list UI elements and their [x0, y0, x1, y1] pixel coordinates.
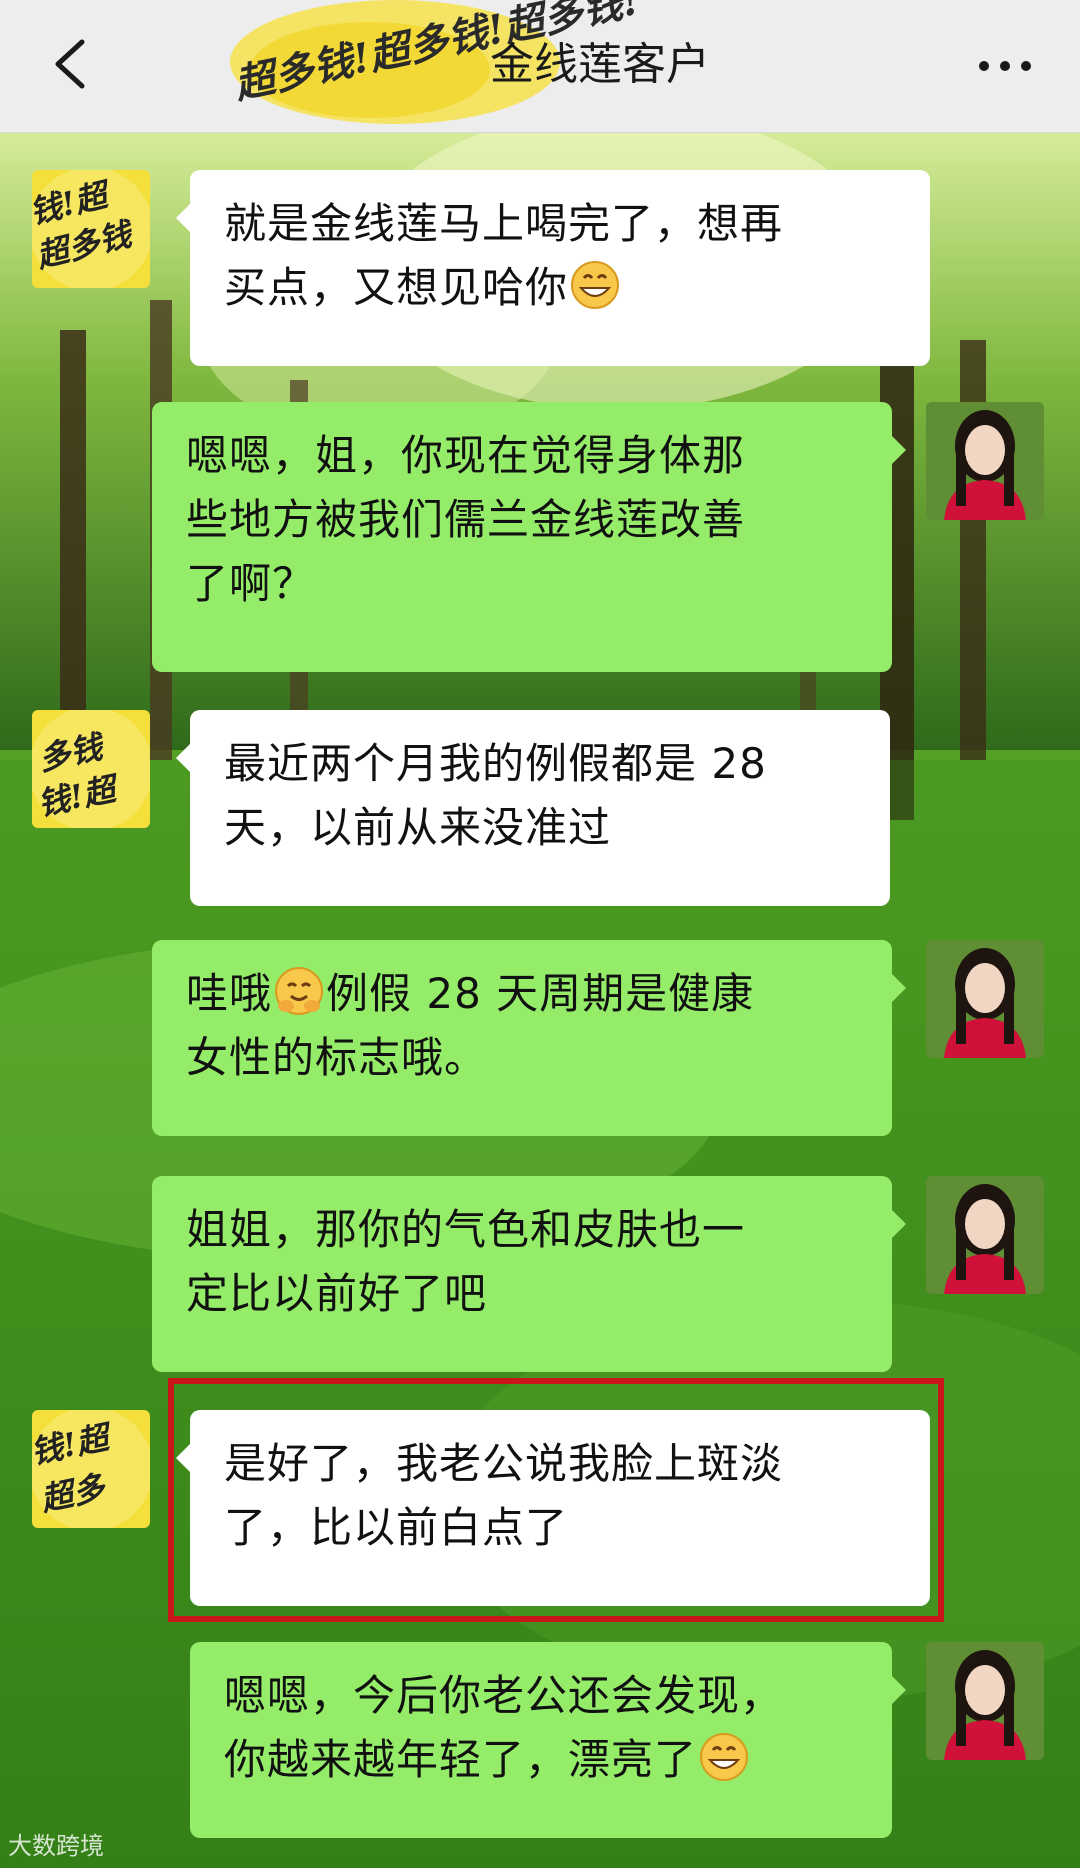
money-sticker-avatar: 钱!超 超多: [32, 1410, 150, 1528]
chat-header: 超多钱!超多钱!超多钱! 金线莲客户: [0, 0, 1080, 133]
customer-avatar[interactable]: 钱!超 超多: [32, 1410, 150, 1528]
message-text-line: 就是金线莲马上喝完了，想再: [224, 199, 784, 248]
message-bubble-incoming[interactable]: 最近两个月我的例假都是 28 天，以前从来没准过: [176, 710, 890, 906]
seller-avatar[interactable]: [926, 402, 1044, 520]
message-text-line: 嗯嗯，姐，你现在觉得身体那: [186, 431, 746, 480]
message-text-line: 姐姐，那你的气色和皮肤也一: [186, 1205, 746, 1254]
woman-portrait-avatar: [926, 402, 1044, 520]
seller-avatar[interactable]: [926, 1176, 1044, 1294]
money-sticker-avatar: 多钱 钱!超: [32, 710, 150, 828]
seller-avatar[interactable]: [926, 940, 1044, 1058]
message-text-line: 嗯嗯，今后你老公还会发现，: [224, 1671, 784, 1720]
message-text-line: 天，以前从来没准过: [224, 803, 612, 852]
message-text-line: 定比以前好了吧: [186, 1269, 488, 1318]
customer-avatar[interactable]: 多钱 钱!超: [32, 710, 150, 828]
message-bubble-outgoing[interactable]: 嗯嗯，姐，你现在觉得身体那 些地方被我们儒兰金线莲改善 了啊？: [152, 402, 906, 672]
customer-avatar[interactable]: 钱!超 超多钱: [32, 170, 150, 288]
more-options-button[interactable]: [970, 36, 1040, 96]
message-bubble-outgoing[interactable]: 哇哦 例假 28 天周期是健康 女性的标志哦。: [152, 940, 906, 1136]
message-bubble-incoming[interactable]: 就是金线莲马上喝完了，想再 买点，又想见哈你: [176, 170, 930, 366]
woman-portrait-avatar: [926, 1176, 1044, 1294]
message-text-line: 女性的标志哦。: [186, 1033, 488, 1082]
message-text-line: 最近两个月我的例假都是 28: [224, 739, 767, 788]
message-text-line: 哇哦 例假 28 天周期是健康: [186, 962, 858, 1026]
hugging-face-icon: [275, 967, 324, 1015]
grinning-face-icon: [700, 1733, 749, 1781]
woman-portrait-avatar: [926, 1642, 1044, 1760]
message-text-line: 了啊？: [186, 559, 316, 608]
chevron-left-icon: [55, 39, 85, 89]
message-text-line: 你越来越年轻了，漂亮了: [224, 1728, 858, 1792]
more-dots-icon: [979, 61, 1031, 71]
title-area: 超多钱!超多钱!超多钱! 金线莲客户: [220, 0, 780, 132]
woman-portrait-avatar: [926, 940, 1044, 1058]
message-bubble-outgoing[interactable]: 姐姐，那你的气色和皮肤也一 定比以前好了吧: [152, 1176, 906, 1372]
message-text-line: 些地方被我们儒兰金线莲改善: [186, 495, 746, 544]
money-sticker-avatar: 钱!超 超多钱: [32, 170, 150, 288]
back-button[interactable]: [32, 24, 112, 104]
highlight-annotation-box: [168, 1378, 944, 1622]
seller-avatar[interactable]: [926, 1642, 1044, 1760]
grinning-face-icon: [571, 261, 620, 309]
message-text-line: 买点，又想见哈你: [224, 256, 896, 320]
watermark-text: 大数跨境: [8, 1832, 104, 1860]
message-bubble-outgoing[interactable]: 嗯嗯，今后你老公还会发现， 你越来越年轻了，漂亮了: [190, 1642, 906, 1838]
chat-title: 金线莲客户: [490, 39, 710, 90]
